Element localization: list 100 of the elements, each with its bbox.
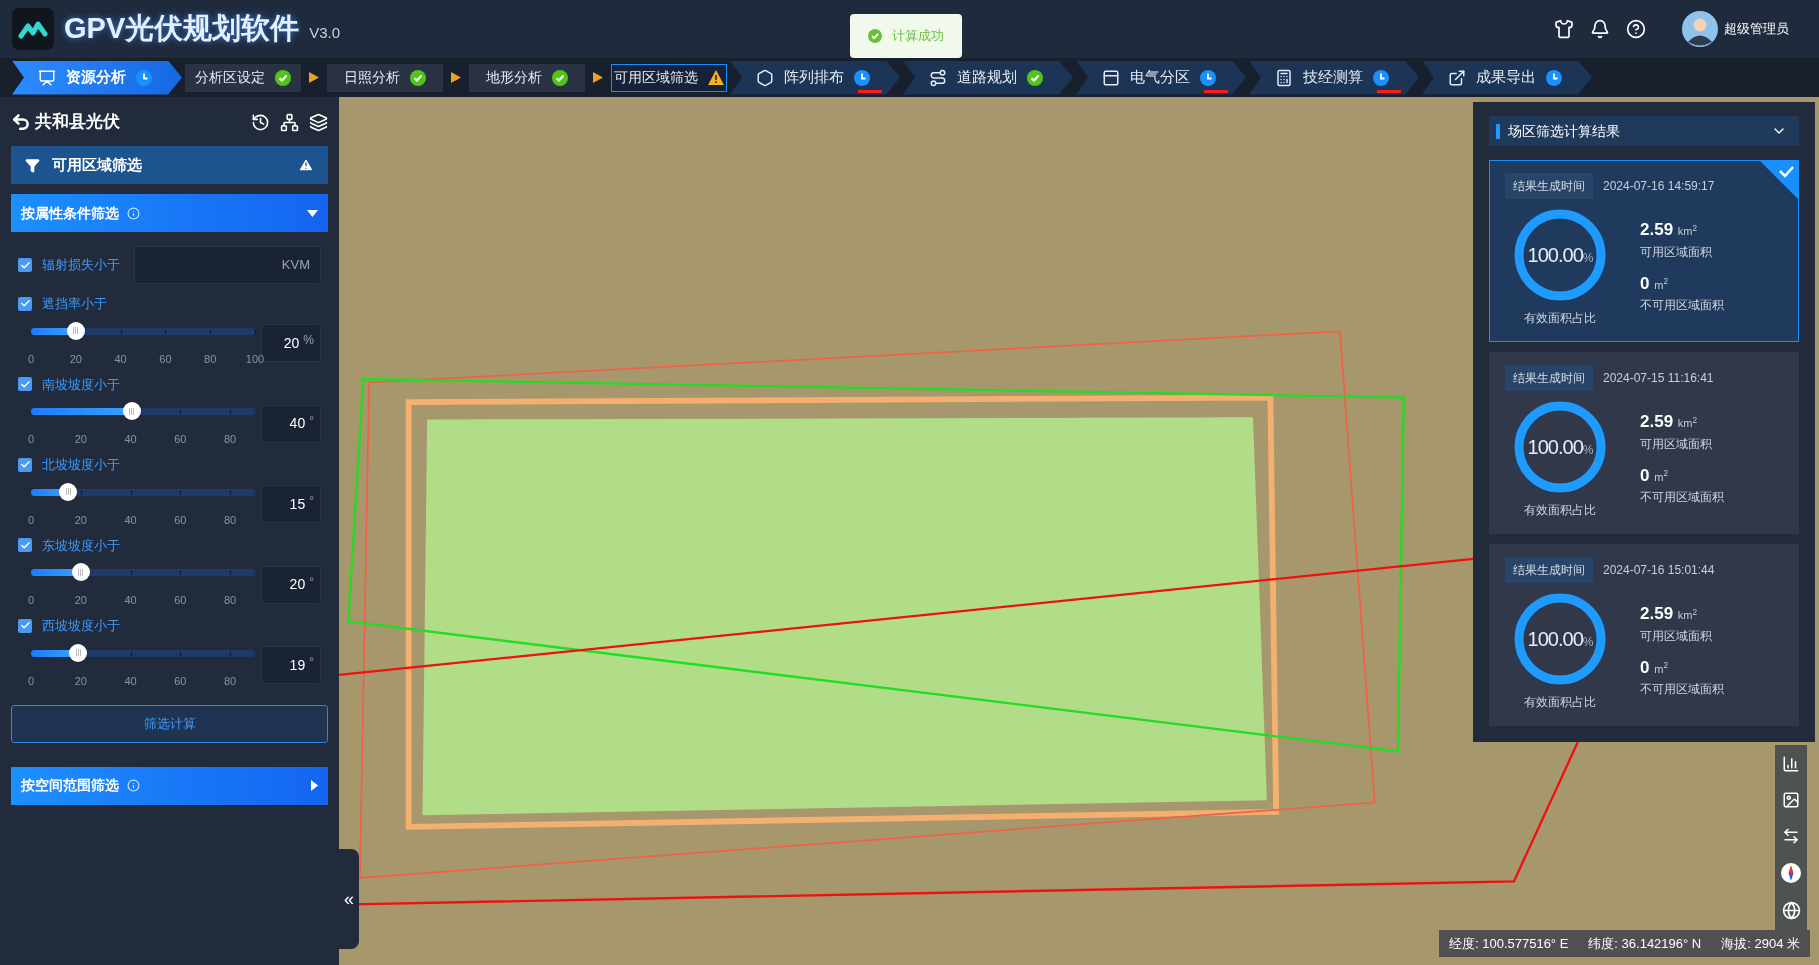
calculate-button[interactable]: 筛选计算 — [11, 704, 328, 743]
info-icon — [127, 206, 140, 220]
result-card[interactable]: 结果生成时间 2024-07-15 11:16:41 100.00% 有效面积占比 2.59 km$^{2}$ 可用区域面积 0 m$^{2}$ 不可用区域面积 — [1489, 352, 1799, 534]
usable-area-value: 2.59 km$^{2}$ — [1640, 411, 1699, 433]
slider-thumb[interactable] — [71, 563, 90, 581]
ratio-value: 100.00% — [1527, 435, 1593, 460]
time-label: 结果生成时间 — [1505, 557, 1593, 583]
user-name[interactable]: 超级管理员 — [1724, 19, 1789, 39]
time-value: 2024-07-16 14:59:17 — [1603, 178, 1715, 195]
tick-label: 0 — [27, 432, 35, 447]
avatar-icon[interactable] — [1682, 11, 1718, 47]
panel-icon — [1102, 68, 1120, 87]
accordion-header[interactable]: 按空间范围筛选 — [11, 766, 328, 805]
back-icon[interactable] — [11, 112, 31, 132]
step-tab[interactable]: 分析区设定 — [185, 63, 301, 92]
step-tab[interactable]: 日照分析 — [327, 63, 443, 92]
section-title: 可用区域筛选 — [52, 154, 142, 175]
warning-icon — [298, 157, 314, 173]
value-field[interactable]: 19 ° — [261, 646, 321, 684]
tick-label: 20 — [74, 673, 87, 689]
step-tab[interactable]: 资源分析 — [12, 60, 182, 95]
latitude-text: 纬度: 36.142196° N — [1588, 934, 1702, 953]
result-card[interactable]: 结果生成时间 2024-07-16 14:59:17 100.00% 有效面积占比 2.59 km$^{2}$ 可用区域面积 0 m$^{2}$ 不可用区域面积 — [1489, 160, 1799, 342]
time-value: 2024-07-15 11:16:41 — [1603, 370, 1714, 387]
step-tab[interactable]: 成果导出 — [1422, 60, 1592, 95]
chart-icon[interactable] — [1782, 755, 1800, 773]
image-icon[interactable] — [1782, 791, 1800, 809]
history-icon[interactable] — [251, 112, 270, 132]
step-tab[interactable]: 阵列排布 — [730, 60, 900, 95]
selected-corner-icon — [1760, 161, 1798, 199]
shirt-icon[interactable] — [1554, 19, 1574, 39]
external-link-icon — [1448, 68, 1466, 87]
tick-label: 80 — [224, 673, 237, 689]
tick-label: 60 — [174, 673, 187, 689]
time-label: 结果生成时间 — [1505, 365, 1593, 391]
checkbox[interactable] — [18, 538, 32, 553]
checkbox[interactable] — [18, 377, 32, 392]
panel-title: 场区筛选计算结果 — [1508, 121, 1620, 141]
tick-label: 20 — [74, 512, 87, 528]
criterion-label: 北坡坡度小于 — [42, 456, 120, 474]
tick-label: 80 — [224, 432, 237, 447]
value-field[interactable]: 40 ° — [261, 404, 321, 443]
ratio-label: 有效面积占比 — [1524, 310, 1596, 327]
ratio-value: 100.00% — [1527, 627, 1593, 652]
toast-message: 计算成功 — [892, 27, 944, 46]
tick-label: 0 — [27, 351, 35, 367]
unusable-area-value: 0 m$^{2}$ — [1640, 464, 1669, 487]
tick-label: 80 — [204, 351, 217, 367]
hierarchy-icon[interactable] — [280, 112, 299, 132]
tick-label: 80 — [224, 512, 237, 528]
slider-thumb[interactable] — [66, 321, 85, 340]
result-card[interactable]: 结果生成时间 2024-07-16 15:01:44 100.00% 有效面积占比 2.59 km$^{2}$ 可用区域面积 0 m$^{2}$ 不可用区域面积 — [1489, 544, 1799, 726]
time-label: 结果生成时间 — [1505, 173, 1593, 199]
tick-label: 40 — [124, 673, 137, 689]
criterion-label: 东坡坡度小于 — [42, 536, 120, 555]
slider-thumb[interactable] — [59, 482, 78, 501]
tick-label: 60 — [159, 351, 172, 367]
input-field[interactable]: KVM — [134, 246, 321, 284]
accordion-header[interactable]: 按属性条件筛选 — [11, 194, 328, 232]
layers-icon[interactable] — [309, 112, 328, 132]
calculator-icon — [1275, 68, 1293, 87]
bell-icon[interactable] — [1590, 19, 1610, 39]
slider-thumb[interactable] — [122, 402, 141, 420]
value-field[interactable]: 15 ° — [261, 485, 321, 523]
compass-icon[interactable] — [1781, 863, 1801, 883]
checkbox[interactable] — [18, 258, 32, 272]
step-arrow-icon — [593, 72, 603, 83]
time-value: 2024-07-16 15:01:44 — [1603, 562, 1715, 579]
criterion-label: 辐射损失小于 — [42, 256, 120, 275]
tick-label: 40 — [124, 512, 137, 528]
tick-label: 0 — [27, 673, 35, 689]
version-text: V3.0 — [309, 22, 341, 43]
step-tab[interactable]: 道路规划 — [903, 60, 1073, 95]
caret-right-icon — [311, 780, 318, 791]
ratio-label: 有效面积占比 — [1524, 694, 1596, 711]
swap-icon[interactable] — [1782, 827, 1800, 845]
checkbox[interactable] — [18, 618, 32, 633]
tick-label: 60 — [174, 593, 187, 608]
step-tab[interactable]: 电气分区 — [1076, 60, 1246, 95]
collapse-button[interactable]: « — [339, 849, 359, 949]
help-icon[interactable] — [1626, 19, 1646, 39]
criterion-label: 西坡坡度小于 — [42, 617, 120, 635]
project-name: 共和县光伏 — [35, 111, 120, 134]
slider-thumb[interactable] — [69, 643, 88, 662]
unusable-area-label: 不可用区域面积 — [1640, 297, 1724, 314]
app-title: GPV光伏规划软件 — [64, 11, 300, 47]
hexagon-icon — [756, 68, 774, 87]
usable-area-value: 2.59 km$^{2}$ — [1640, 219, 1699, 241]
step-tab[interactable]: 可用区域筛选 — [611, 63, 727, 92]
unusable-area-value: 0 m$^{2}$ — [1640, 272, 1669, 295]
unusable-area-label: 不可用区域面积 — [1640, 489, 1724, 506]
step-tab[interactable]: 技经测算 — [1249, 60, 1419, 95]
checkbox[interactable] — [18, 457, 32, 472]
unusable-area-label: 不可用区域面积 — [1640, 681, 1724, 698]
globe-icon[interactable] — [1781, 901, 1801, 920]
usable-area-label: 可用区域面积 — [1640, 243, 1713, 261]
step-tab[interactable]: 地形分析 — [469, 63, 585, 92]
tick-label: 60 — [174, 432, 187, 447]
value-field[interactable]: 20 ° — [261, 565, 321, 604]
checkbox[interactable] — [18, 296, 32, 311]
